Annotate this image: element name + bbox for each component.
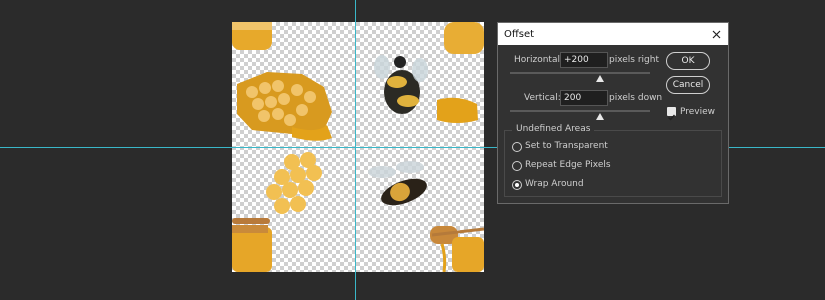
radio-set-to-transparent[interactable] — [512, 142, 522, 152]
radio-repeat-edge-pixels[interactable] — [512, 161, 522, 171]
radio-wrap-around[interactable] — [512, 180, 522, 190]
horizontal-unit: pixels right — [609, 55, 659, 65]
honey-bee — [368, 161, 427, 206]
honeycomb-chunk — [237, 72, 332, 141]
bumblebee — [374, 55, 428, 114]
honey-jar-bottom-right — [452, 237, 484, 272]
option-wrap-around: Wrap Around — [525, 179, 584, 189]
honey-jar-top-right — [437, 22, 484, 123]
vertical-slider-thumb[interactable] — [596, 113, 604, 120]
vertical-unit: pixels down — [609, 93, 663, 103]
dialog-titlebar[interactable]: Offset — [498, 23, 728, 45]
horizontal-input[interactable]: +200 — [560, 52, 608, 68]
vertical-input[interactable]: 200 — [560, 90, 608, 106]
undefined-areas-title: Undefined Areas — [512, 124, 595, 134]
horizontal-label: Horizontal: — [514, 55, 563, 65]
checkmark-icon — [668, 114, 676, 121]
offset-dialog: Offset Horizontal: +200 pixels right Ver… — [497, 22, 729, 204]
horizontal-slider-thumb[interactable] — [596, 75, 604, 82]
dialog-title: Offset — [504, 28, 535, 40]
horizontal-slider-track[interactable] — [510, 72, 650, 74]
honey-pot-bottom-left — [232, 218, 272, 272]
vertical-guide[interactable] — [355, 0, 356, 300]
honey-jar-top-left — [232, 22, 272, 50]
vertical-label: Vertical: — [524, 93, 561, 103]
close-icon[interactable] — [710, 28, 722, 40]
preview-checkbox[interactable] — [667, 107, 676, 121]
cancel-button[interactable]: Cancel — [666, 76, 710, 94]
vertical-slider-track[interactable] — [510, 110, 650, 112]
ok-button[interactable]: OK — [666, 52, 710, 70]
option-repeat-edge-pixels: Repeat Edge Pixels — [525, 160, 611, 170]
option-set-to-transparent: Set to Transparent — [525, 141, 608, 151]
honeycomb-pieces — [266, 152, 322, 214]
preview-label: Preview — [680, 107, 716, 117]
